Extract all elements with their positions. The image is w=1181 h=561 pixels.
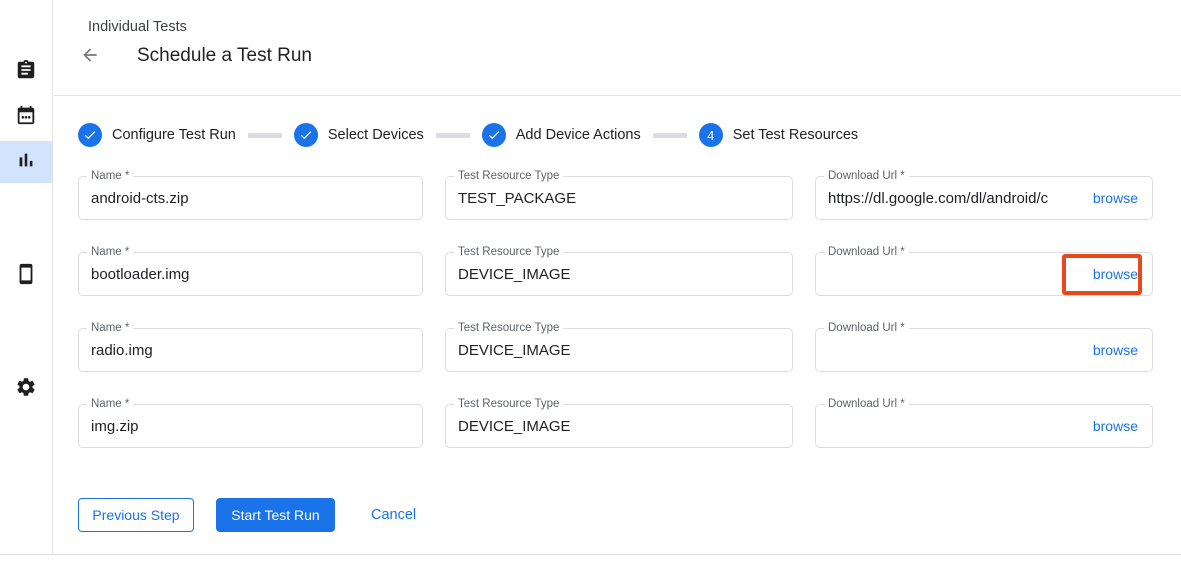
calendar-icon bbox=[15, 104, 37, 131]
download-url-field[interactable]: Download Url * browse bbox=[815, 404, 1153, 448]
app-window: Individual Tests Schedule a Test Run Con… bbox=[0, 0, 1181, 561]
form-actions: Previous Step Start Test Run Cancel bbox=[78, 498, 1181, 532]
step-set-test-resources[interactable]: 4 Set Test Resources bbox=[699, 123, 858, 147]
resource-type-field-label: Test Resource Type bbox=[454, 398, 563, 411]
download-url-field-label: Download Url * bbox=[824, 170, 909, 183]
resource-type-input[interactable] bbox=[446, 405, 792, 447]
step-complete-icon bbox=[294, 123, 318, 147]
name-field-label: Name * bbox=[87, 398, 133, 411]
resource-type-field[interactable]: Test Resource Type bbox=[445, 404, 793, 448]
name-input[interactable] bbox=[79, 177, 422, 219]
cancel-button[interactable]: Cancel bbox=[371, 498, 416, 532]
download-url-field[interactable]: Download Url * browse bbox=[815, 176, 1153, 220]
step-select-devices[interactable]: Select Devices bbox=[294, 123, 424, 147]
step-label: Add Device Actions bbox=[516, 127, 641, 143]
resource-type-field-label: Test Resource Type bbox=[454, 322, 563, 335]
breadcrumb: Individual Tests bbox=[88, 19, 187, 35]
previous-step-button[interactable]: Previous Step bbox=[78, 498, 194, 532]
step-add-device-actions[interactable]: Add Device Actions bbox=[482, 123, 641, 147]
download-url-field-label: Download Url * bbox=[824, 322, 909, 335]
resource-type-field[interactable]: Test Resource Type bbox=[445, 176, 793, 220]
sidebar-item-test-plans[interactable] bbox=[0, 96, 52, 138]
step-configure-test-run[interactable]: Configure Test Run bbox=[78, 123, 236, 147]
bar-chart-icon bbox=[15, 149, 37, 176]
step-number-badge: 4 bbox=[699, 123, 723, 147]
name-field[interactable]: Name * bbox=[78, 328, 423, 372]
name-input[interactable] bbox=[79, 405, 422, 447]
download-url-field[interactable]: Download Url * browse bbox=[815, 252, 1153, 296]
name-input[interactable] bbox=[79, 253, 422, 295]
arrow-back-icon bbox=[80, 45, 100, 70]
download-url-field-label: Download Url * bbox=[824, 246, 909, 259]
download-url-input[interactable] bbox=[816, 177, 1093, 219]
stepper: Configure Test Run Select Devices Add De… bbox=[78, 123, 1181, 147]
step-connector bbox=[436, 133, 470, 138]
name-field-label: Name * bbox=[87, 322, 133, 335]
name-field-label: Name * bbox=[87, 170, 133, 183]
sidebar-item-test-runs[interactable] bbox=[0, 141, 52, 183]
step-label: Configure Test Run bbox=[112, 127, 236, 143]
download-url-input[interactable] bbox=[816, 329, 1093, 371]
resource-type-input[interactable] bbox=[446, 177, 792, 219]
smartphone-icon bbox=[15, 263, 37, 290]
resource-type-field[interactable]: Test Resource Type bbox=[445, 328, 793, 372]
start-test-run-button[interactable]: Start Test Run bbox=[216, 498, 335, 532]
main-content: Individual Tests Schedule a Test Run Con… bbox=[54, 0, 1181, 561]
window-bottom-divider bbox=[0, 554, 1181, 555]
browse-link[interactable]: browse bbox=[1093, 190, 1152, 206]
name-field[interactable]: Name * bbox=[78, 404, 423, 448]
test-resources-form: Name * Test Resource Type Download Url *… bbox=[78, 176, 1181, 448]
page-title: Schedule a Test Run bbox=[137, 45, 312, 67]
name-field-label: Name * bbox=[87, 246, 133, 259]
step-complete-icon bbox=[78, 123, 102, 147]
sidebar bbox=[0, 0, 53, 555]
name-field[interactable]: Name * bbox=[78, 252, 423, 296]
sidebar-item-devices[interactable] bbox=[0, 255, 52, 297]
step-label: Set Test Resources bbox=[733, 127, 858, 143]
step-connector bbox=[653, 133, 687, 138]
browse-link[interactable]: browse bbox=[1093, 266, 1152, 282]
page-header: Individual Tests Schedule a Test Run bbox=[54, 0, 1181, 96]
browse-link[interactable]: browse bbox=[1093, 342, 1152, 358]
sidebar-item-settings[interactable] bbox=[0, 368, 52, 410]
resource-type-input[interactable] bbox=[446, 329, 792, 371]
resource-type-field[interactable]: Test Resource Type bbox=[445, 252, 793, 296]
download-url-input[interactable] bbox=[816, 253, 1093, 295]
clipboard-icon bbox=[15, 59, 37, 86]
resource-type-field-label: Test Resource Type bbox=[454, 170, 563, 183]
step-connector bbox=[248, 133, 282, 138]
download-url-field-label: Download Url * bbox=[824, 398, 909, 411]
name-field[interactable]: Name * bbox=[78, 176, 423, 220]
step-label: Select Devices bbox=[328, 127, 424, 143]
resource-type-input[interactable] bbox=[446, 253, 792, 295]
name-input[interactable] bbox=[79, 329, 422, 371]
gear-icon bbox=[15, 376, 37, 403]
resource-type-field-label: Test Resource Type bbox=[454, 246, 563, 259]
download-url-input[interactable] bbox=[816, 405, 1093, 447]
download-url-field[interactable]: Download Url * browse bbox=[815, 328, 1153, 372]
browse-link[interactable]: browse bbox=[1093, 418, 1152, 434]
sidebar-item-tests[interactable] bbox=[0, 51, 52, 93]
back-button[interactable] bbox=[78, 45, 102, 69]
step-complete-icon bbox=[482, 123, 506, 147]
